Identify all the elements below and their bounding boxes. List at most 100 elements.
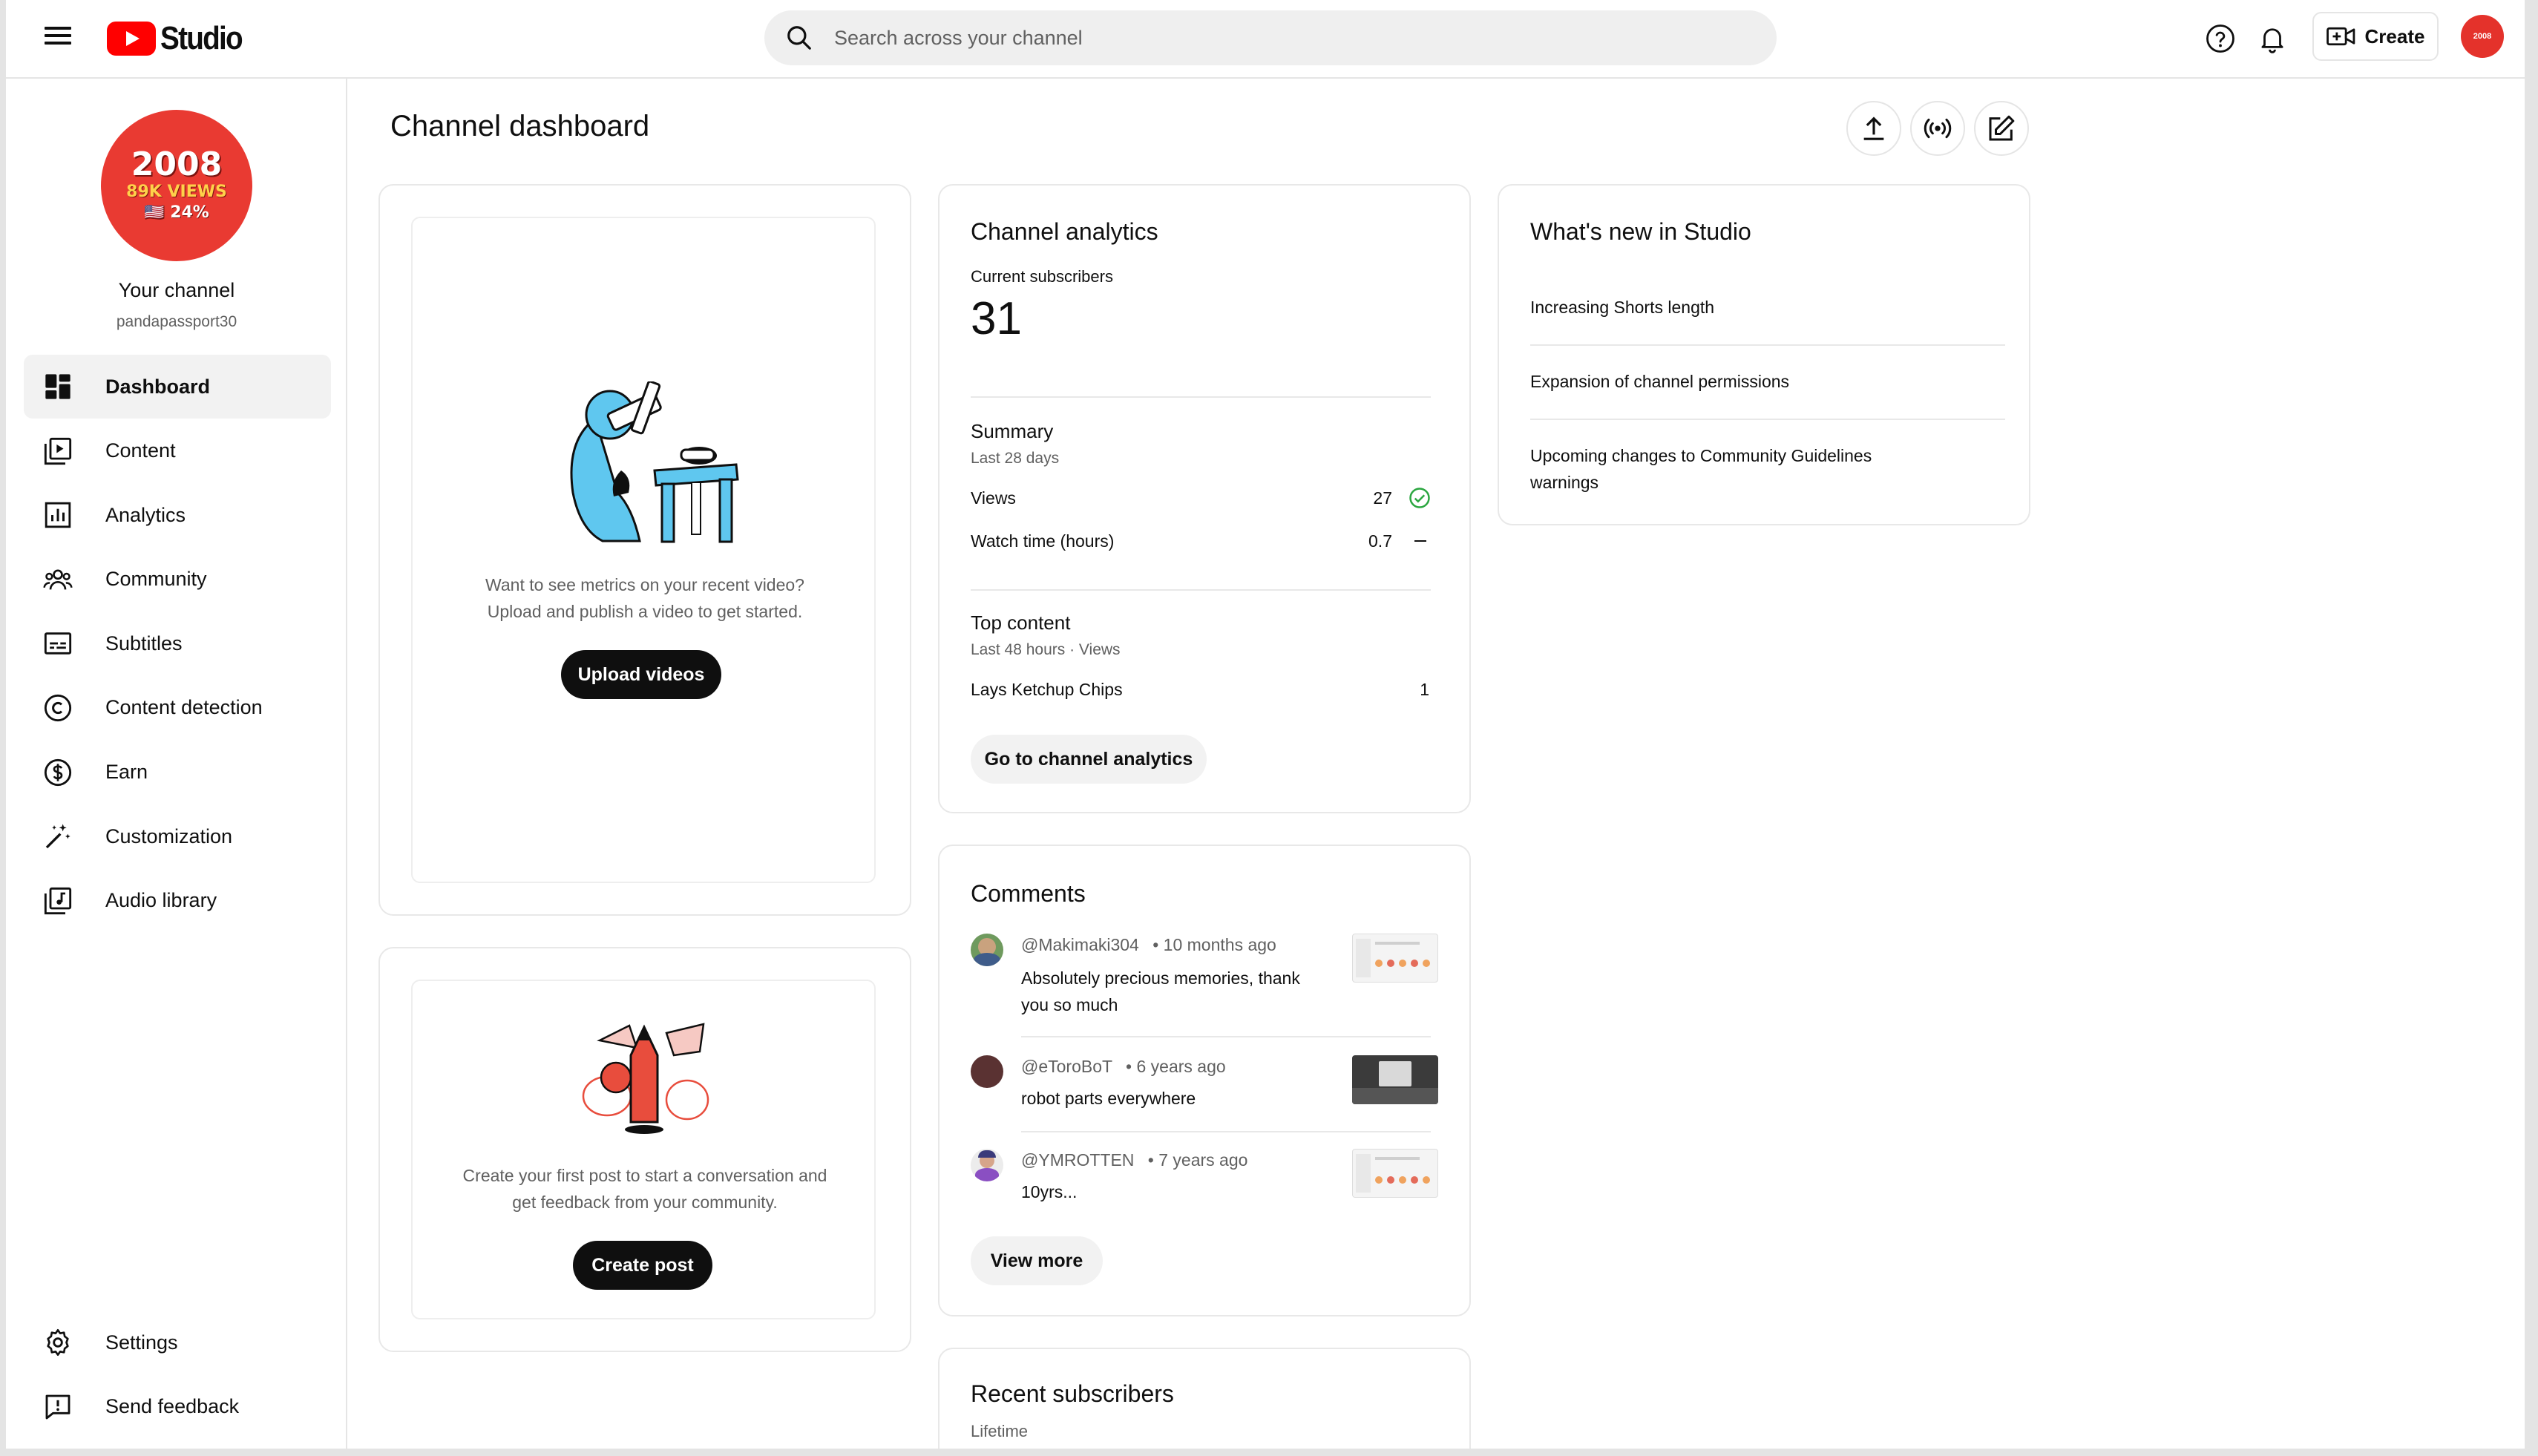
comment-meta: @eToroBoT • 6 years ago bbox=[1021, 1057, 1226, 1077]
comment-author[interactable]: @Makimaki304 bbox=[1021, 935, 1139, 954]
view-more-comments-button[interactable]: View more bbox=[971, 1236, 1103, 1285]
channel-avatar[interactable]: 2008 89K VIEWS 🇺🇸 24% bbox=[101, 110, 252, 261]
create-post-action-button[interactable]: Create post bbox=[573, 1241, 712, 1290]
upload-videos-button[interactable]: Upload videos bbox=[561, 650, 721, 699]
sidebar-item-label: Earn bbox=[105, 761, 148, 784]
upload-prompt-line1: Want to see metrics on your recent video… bbox=[485, 575, 804, 594]
sidebar-item-customization[interactable]: Customization bbox=[24, 804, 331, 868]
video-thumbnail[interactable] bbox=[1352, 934, 1438, 983]
pencil-chat-illustration bbox=[582, 1023, 709, 1134]
sidebar-item-community[interactable]: Community bbox=[24, 548, 331, 611]
divider bbox=[971, 396, 1431, 398]
sidebar-item-label: Subtitles bbox=[105, 632, 183, 655]
news-item[interactable]: Expansion of channel permissions bbox=[1530, 368, 1990, 395]
news-item[interactable]: Upcoming changes to Community Guidelines… bbox=[1530, 442, 1990, 496]
video-thumbnail[interactable] bbox=[1352, 1055, 1438, 1104]
subscribers-label: Current subscribers bbox=[971, 267, 1113, 286]
watch-time-label: Watch time (hours) bbox=[971, 531, 1115, 551]
comment-text-line1: 10yrs... bbox=[1021, 1182, 1078, 1201]
go-to-channel-analytics-button[interactable]: Go to channel analytics bbox=[971, 735, 1207, 784]
commenter-avatar[interactable] bbox=[971, 934, 1003, 966]
top-content-period: Last 48 hours · Views bbox=[971, 641, 1121, 658]
notifications-bell-icon[interactable] bbox=[2252, 18, 2293, 59]
news-item-line1: Increasing Shorts length bbox=[1530, 298, 1715, 317]
upload-button[interactable] bbox=[1846, 101, 1901, 156]
create-post-panel: Create your first post to start a conver… bbox=[411, 980, 876, 1319]
watch-time-value: 0.7 bbox=[1368, 531, 1392, 551]
comment-text: 10yrs... bbox=[1021, 1178, 1325, 1205]
comment-text: robot parts everywhere bbox=[1021, 1085, 1325, 1112]
create-post-button[interactable] bbox=[1974, 101, 2029, 156]
sidebar-bottom-nav: Settings Send feedback bbox=[24, 1311, 331, 1439]
sidebar-item-content-detection[interactable]: Content detection bbox=[24, 676, 331, 740]
news-item[interactable]: Increasing Shorts length bbox=[1530, 294, 1990, 321]
sidebar-item-subtitles[interactable]: Subtitles bbox=[24, 611, 331, 675]
create-button[interactable]: Create bbox=[2312, 12, 2439, 61]
summary-title: Summary bbox=[971, 420, 1054, 442]
sidebar-nav: Dashboard Content Analytics Community Su… bbox=[24, 355, 331, 933]
create-post-line2: get feedback from your community. bbox=[512, 1193, 778, 1212]
account-avatar[interactable]: 2008 bbox=[2461, 15, 2504, 58]
news-item-line1: Upcoming changes to Community Guidelines bbox=[1530, 446, 1872, 465]
sidebar-item-settings[interactable]: Settings bbox=[24, 1311, 331, 1374]
comment-text-line2: you so much bbox=[1021, 995, 1118, 1014]
menu-icon[interactable] bbox=[42, 22, 74, 55]
sidebar-item-label: Customization bbox=[105, 824, 233, 847]
sidebar-item-content[interactable]: Content bbox=[24, 419, 331, 483]
comment-author[interactable]: @eToroBoT bbox=[1021, 1057, 1112, 1076]
divider bbox=[1021, 1131, 1431, 1132]
comment-meta: @Makimaki304 • 10 months ago bbox=[1021, 935, 1276, 955]
page-title: Channel dashboard bbox=[390, 110, 650, 142]
create-post-card: Create your first post to start a conver… bbox=[378, 947, 911, 1352]
search-input[interactable] bbox=[834, 26, 1650, 50]
sidebar: 2008 89K VIEWS 🇺🇸 24% Your channel panda… bbox=[6, 79, 347, 1449]
sidebar-item-send-feedback[interactable]: Send feedback bbox=[24, 1375, 331, 1439]
sidebar-item-audio-library[interactable]: Audio library bbox=[24, 869, 331, 933]
commenter-avatar[interactable] bbox=[971, 1055, 1003, 1088]
comment-text: Absolutely precious memories, thank you … bbox=[1021, 965, 1325, 1018]
comment-text-line1: robot parts everywhere bbox=[1021, 1089, 1196, 1108]
create-label: Create bbox=[2364, 24, 2425, 47]
copyright-icon bbox=[42, 692, 74, 724]
sidebar-item-label: Send feedback bbox=[105, 1395, 240, 1418]
search-icon bbox=[787, 26, 811, 50]
channel-handle: pandapassport30 bbox=[116, 313, 237, 330]
top-content-item[interactable]: Lays Ketchup Chips bbox=[971, 680, 1123, 700]
create-video-icon bbox=[2326, 27, 2355, 46]
whats-new-card: What's new in Studio Increasing Shorts l… bbox=[1498, 184, 2030, 525]
go-live-button[interactable] bbox=[1910, 101, 1965, 156]
sidebar-item-dashboard[interactable]: Dashboard bbox=[24, 355, 331, 419]
studio-logo[interactable]: Studio bbox=[107, 16, 253, 61]
sidebar-item-analytics[interactable]: Analytics bbox=[24, 483, 331, 547]
dashboard-icon bbox=[42, 370, 74, 403]
search-bar[interactable] bbox=[764, 10, 1777, 65]
upload-prompt-text: Want to see metrics on your recent video… bbox=[413, 571, 877, 625]
comment-time: • 10 months ago bbox=[1152, 935, 1276, 954]
top-content-views: 1 bbox=[1420, 680, 1429, 699]
top-header: Studio Create 2008 bbox=[6, 0, 2525, 79]
content-icon bbox=[42, 435, 74, 468]
subscribers-count: 31 bbox=[971, 293, 1022, 344]
sidebar-item-earn[interactable]: Earn bbox=[24, 741, 331, 804]
sidebar-item-label: Content bbox=[105, 439, 176, 462]
divider bbox=[1021, 1036, 1431, 1037]
avatar-percent: 🇺🇸 24% bbox=[144, 203, 209, 222]
edit-icon bbox=[1989, 115, 2015, 141]
studio-window: Studio Create 2008 2008 89K VIEWS 🇺🇸 24%… bbox=[6, 0, 2525, 1449]
live-broadcast-icon bbox=[1924, 118, 1952, 139]
comments-title: Comments bbox=[971, 880, 1086, 907]
recent-subscribers-title: Recent subscribers bbox=[971, 1380, 1174, 1407]
comment-author[interactable]: @YMROTTEN bbox=[1021, 1150, 1134, 1170]
recent-subscribers-card: Recent subscribers Lifetime bbox=[938, 1348, 1471, 1449]
dollar-icon bbox=[42, 756, 74, 789]
views-value: 27 bbox=[1373, 488, 1392, 508]
commenter-avatar[interactable] bbox=[971, 1149, 1003, 1181]
divider bbox=[1530, 419, 2005, 420]
video-thumbnail[interactable] bbox=[1352, 1149, 1438, 1198]
upload-icon bbox=[1863, 117, 1884, 140]
upload-prompt-line2: Upload and publish a video to get starte… bbox=[487, 602, 803, 621]
help-icon[interactable] bbox=[2200, 18, 2241, 59]
top-content-title: Top content bbox=[971, 611, 1071, 634]
analytics-title: Channel analytics bbox=[971, 218, 1158, 245]
comment-time: • 6 years ago bbox=[1126, 1057, 1226, 1076]
